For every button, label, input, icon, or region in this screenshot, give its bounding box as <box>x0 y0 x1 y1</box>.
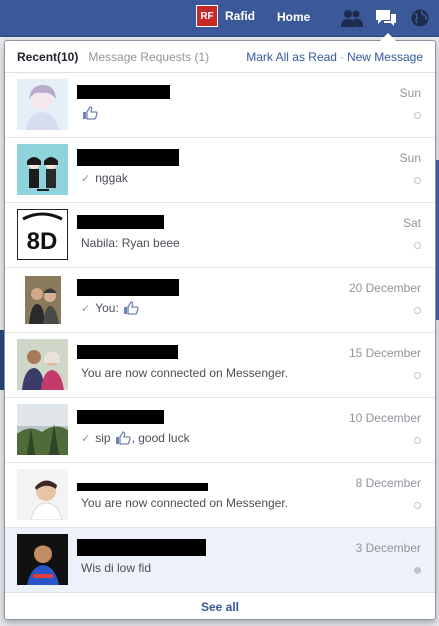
avatar: RF <box>196 5 218 27</box>
message-time: 8 December <box>355 476 421 490</box>
conversation-row[interactable]: ✓ You: 20 December <box>5 268 435 333</box>
message-time: 15 December <box>348 346 421 360</box>
mark-all-read-link[interactable]: Mark All as Read <box>246 50 337 64</box>
contact-name-redacted <box>77 215 164 229</box>
snippet-text: Wis di low fid <box>81 561 152 575</box>
snippet-text: nggak <box>95 171 128 185</box>
mark-read-toggle[interactable] <box>414 502 421 509</box>
messages-icon[interactable] <box>374 8 398 28</box>
contact-name-redacted <box>77 149 179 166</box>
new-message-link[interactable]: New Message <box>347 50 423 64</box>
avatar <box>17 404 68 455</box>
snippet-text-after: , good luck <box>131 431 190 445</box>
thumbs-up-icon <box>115 431 131 445</box>
separator: · <box>339 50 344 64</box>
svg-text:8D: 8D <box>27 228 58 255</box>
message-time: 3 December <box>355 541 421 555</box>
profile-name: Rafid <box>225 9 255 23</box>
globe-icon[interactable] <box>408 8 432 28</box>
contact-name-redacted <box>77 483 208 491</box>
message-time: 10 December <box>348 411 421 425</box>
tab-message-requests[interactable]: Message Requests (1) <box>88 50 209 64</box>
tab-requests-label: Message Requests <box>88 49 192 64</box>
avatar: 8D <box>17 209 68 260</box>
tab-recent[interactable]: Recent(10) <box>17 50 78 64</box>
conversation-row[interactable]: Wis di low fid 3 December <box>5 528 435 593</box>
message-time: Sun <box>399 151 421 165</box>
home-link[interactable]: Home <box>277 10 310 24</box>
messages-flyout: Recent(10) Message Requests (1) Mark All… <box>4 40 436 620</box>
sent-check-icon: ✓ <box>81 432 91 445</box>
top-nav-bar: RF Rafid Home <box>0 0 439 37</box>
avatar <box>17 274 68 325</box>
message-snippet: ✓ sip , good luck <box>81 431 190 445</box>
flyout-caret <box>380 33 396 41</box>
tab-recent-count: (10) <box>57 49 79 64</box>
conversation-row[interactable]: ✓ nggak Sun <box>5 138 435 203</box>
contact-name-redacted <box>77 410 164 424</box>
sent-check-icon: ✓ <box>81 172 91 185</box>
contact-name-redacted <box>77 345 178 359</box>
avatar <box>17 79 68 130</box>
avatar <box>17 339 68 390</box>
snippet-text: You are now connected on Messenger. <box>81 366 289 380</box>
message-time: Sun <box>399 86 421 100</box>
sent-check-icon: ✓ <box>81 302 91 315</box>
mark-read-toggle[interactable] <box>414 307 421 314</box>
thumbs-up-icon <box>83 106 98 120</box>
see-all-link[interactable]: See all <box>5 592 435 619</box>
snippet-text: You: <box>95 301 119 315</box>
conversation-row[interactable]: Sun <box>5 73 435 138</box>
thumbs-up-icon <box>123 301 139 315</box>
avatar <box>17 469 68 520</box>
message-snippet <box>81 106 99 120</box>
conversation-row[interactable]: ✓ sip , good luck 10 December <box>5 398 435 463</box>
mark-read-toggle[interactable] <box>414 567 421 574</box>
message-snippet: You are now connected on Messenger. <box>81 366 288 380</box>
avatar-badge-text: RF <box>200 10 214 22</box>
message-snippet: ✓ You: <box>81 301 140 315</box>
message-time: 20 December <box>348 281 421 295</box>
mark-read-toggle[interactable] <box>414 112 421 119</box>
snippet-text: You are now connected on Messenger. <box>81 496 289 510</box>
contact-name-redacted <box>77 539 206 556</box>
avatar <box>17 534 68 585</box>
profile-link[interactable]: RF Rafid <box>196 5 255 27</box>
tab-requests-count: (1) <box>194 49 210 64</box>
snippet-text: sip <box>95 431 111 445</box>
conversation-list: Sun ✓ nggak Sun 8D Nabila: Ryan beee Sat… <box>5 73 435 593</box>
snippet-text: Nabila: Ryan beee <box>81 236 180 250</box>
mark-read-toggle[interactable] <box>414 372 421 379</box>
flyout-header: Recent(10) Message Requests (1) Mark All… <box>5 41 435 73</box>
message-time: Sat <box>402 216 421 230</box>
message-snippet: ✓ nggak <box>81 171 128 185</box>
mark-read-toggle[interactable] <box>414 177 421 184</box>
friend-requests-icon[interactable] <box>340 8 364 28</box>
contact-name-redacted <box>77 279 179 296</box>
conversation-row[interactable]: You are now connected on Messenger. 8 De… <box>5 463 435 528</box>
tab-recent-label: Recent <box>17 49 58 64</box>
contact-name-redacted <box>77 85 170 99</box>
message-snippet: You are now connected on Messenger. <box>81 496 288 510</box>
mark-read-toggle[interactable] <box>414 437 421 444</box>
mark-read-toggle[interactable] <box>414 242 421 249</box>
header-actions: Mark All as Read · New Message <box>246 50 423 64</box>
message-snippet: Wis di low fid <box>81 561 151 575</box>
message-snippet: Nabila: Ryan beee <box>81 236 180 250</box>
avatar <box>17 144 68 195</box>
conversation-row[interactable]: You are now connected on Messenger. 15 D… <box>5 333 435 398</box>
conversation-row[interactable]: 8D Nabila: Ryan beee Sat <box>5 203 435 268</box>
